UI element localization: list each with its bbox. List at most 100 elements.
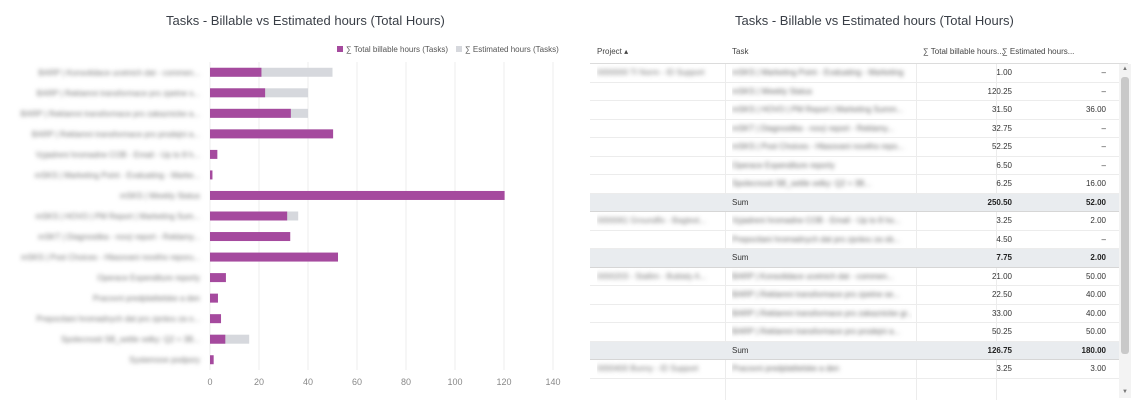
bar-billable <box>210 334 226 344</box>
cell-estimated-text: – <box>1101 160 1106 170</box>
cell-estimated: 180.00 <box>1020 342 1106 361</box>
cell-task: BARP | Reklamni transformace pro prodejn… <box>732 323 912 342</box>
x-tick-label: 40 <box>303 377 313 387</box>
cell-billable-text: 250.50 <box>987 197 1012 207</box>
cell-task: BARP | Reklamni transformace pro zakazni… <box>732 305 912 324</box>
table-row[interactable]: 0000400 Bunny - ID Support Pracovni predp… <box>590 360 1128 379</box>
cell-billable-text: 4.50 <box>996 234 1012 244</box>
table-row[interactable]: BARP | Reklamni transformace pro zakazni… <box>590 305 1128 324</box>
cell-project <box>597 101 722 120</box>
cell-estimated: – <box>1020 83 1106 102</box>
cell-billable-text: 32.75 <box>991 123 1012 133</box>
table-row[interactable]: mSKS | HOVO | PM Report | Marketing Summ… <box>590 101 1128 120</box>
cell-project <box>597 194 722 213</box>
header-estimated[interactable]: ∑ Estimated hours... <box>1002 47 1074 56</box>
table-sum-row[interactable]: Sum 250.50 52.00 <box>590 193 1128 213</box>
cell-task: mSKS | Marketing Point - Evaluating - Ma… <box>732 64 912 83</box>
cell-task-text: BARP | Reklamni transformace pro prodejn… <box>732 327 901 336</box>
table-row[interactable]: mSKS | Weekly Status 120.25 – <box>590 83 1128 102</box>
cell-project <box>597 120 722 139</box>
table-row[interactable]: mSKS | Post Choices - Hlasovani nového r… <box>590 138 1128 157</box>
cell-estimated-text: 2.00 <box>1090 253 1106 262</box>
cell-estimated: 36.00 <box>1020 101 1106 120</box>
cell-estimated: – <box>1020 138 1106 157</box>
bar-billable <box>210 232 291 242</box>
cell-estimated-text: 52.00 <box>1085 197 1106 207</box>
table-row[interactable]: BARP | Reklamni transformace pro prodejn… <box>590 323 1128 342</box>
cell-billable: 31.50 <box>920 101 1012 120</box>
cell-task-text: mSKS | Post Choices - Hlasovani nového r… <box>732 142 904 151</box>
bar-billable <box>210 190 505 200</box>
cell-billable-text: 21.00 <box>991 271 1012 281</box>
scroll-down-icon[interactable]: ▼ <box>1122 389 1128 395</box>
cell-task-text: mSKS | Marketing Point - Evaluating - Ma… <box>732 68 904 77</box>
bar-billable <box>210 108 291 118</box>
table-row[interactable]: mSKT | Diagnostika - nový report - Rekla… <box>590 120 1128 139</box>
cell-billable: 6.25 <box>920 175 1012 194</box>
cell-project <box>597 157 722 176</box>
cell-billable-text: 6.50 <box>996 160 1012 170</box>
cell-billable: 1.00 <box>920 64 1012 83</box>
x-tick-label: 100 <box>447 377 462 387</box>
x-tick-label: 80 <box>401 377 411 387</box>
bar-billable <box>210 355 214 365</box>
table-row[interactable]: Spolecnosti SB_settle velky: Q2 + 3B... 6… <box>590 175 1128 194</box>
cell-task: Spolecnosti SB_settle velky: Q2 + 3B... <box>732 175 912 194</box>
bar-chart: 0 20 40 60 80 100 120 140 ∑ Total billable hours… <box>21 45 561 387</box>
cell-billable-text: 22.50 <box>991 290 1012 299</box>
cell-estimated-text: 2.00 <box>1090 216 1106 225</box>
cell-estimated-text: – <box>1101 86 1106 96</box>
table-row[interactable]: 0000061 Groundfix - Bagtest... Vyjadreni … <box>590 212 1128 231</box>
cell-task-text: Sum <box>732 253 749 262</box>
cell-billable-text: 6.25 <box>996 179 1012 188</box>
cell-estimated-text: 40.00 <box>1085 290 1106 299</box>
cell-task: mSKT | Diagnostika - nový report - Rekla… <box>732 120 912 139</box>
table-row[interactable]: Operace Expenditure reporty 6.50 – <box>590 157 1128 176</box>
cell-task-text: Prepocitani hromadnych dat pro zprávu za… <box>732 234 901 244</box>
cell-task: Prepocitani hromadnych dat pro zprávu za… <box>732 231 912 250</box>
cell-billable: 7.75 <box>920 249 1012 268</box>
cell-estimated-text: 36.00 <box>1085 105 1106 114</box>
cell-project <box>597 83 722 102</box>
x-tick-label: 140 <box>545 377 560 387</box>
table-row[interactable]: 0000000 TI Norm - ID Support mSKS | Marke… <box>590 64 1128 83</box>
header-task[interactable]: Task <box>732 47 748 56</box>
scrollbar-thumb[interactable] <box>1121 77 1129 354</box>
cell-estimated: 2.00 <box>1020 212 1106 231</box>
cell-estimated-text: 16.00 <box>1085 179 1106 188</box>
cell-task: mSKS | Weekly Status <box>732 83 912 102</box>
cell-billable: 250.50 <box>920 194 1012 213</box>
cell-estimated: 40.00 <box>1020 286 1106 305</box>
cell-task: Sum <box>732 249 912 268</box>
cell-billable-text: 7.75 <box>996 253 1012 262</box>
y-tick-label: BARP | Konsolidace ucetnich dat - commen… <box>38 68 200 77</box>
table-sum-row[interactable]: Sum 7.75 2.00 <box>590 249 1128 268</box>
cell-project <box>597 323 722 342</box>
cell-estimated-text: 3.00 <box>1090 364 1106 373</box>
cell-task-text: Spolecnosti SB_settle velky: Q2 + 3B... <box>732 179 871 188</box>
y-tick-label: BARP | Reklamni transformace pro zpetne … <box>37 89 200 98</box>
cell-billable: 126.75 <box>920 342 1012 361</box>
scroll-up-icon[interactable]: ▲ <box>1122 66 1128 72</box>
table-sum-row[interactable]: Sum 126.75 180.00 <box>590 341 1128 361</box>
header-project[interactable]: Project ▴ <box>597 47 628 56</box>
table-title: Tasks - Billable vs Estimated hours (Tot… <box>735 13 1014 28</box>
cell-task-text: Pracovni predplatitelske a den <box>732 364 840 373</box>
table-row[interactable]: 0000203 - Stallim - Bublaly A... BARP | K… <box>590 268 1128 287</box>
cell-billable-text: 3.25 <box>996 216 1012 225</box>
table-row[interactable]: Prepocitani hromadnych dat pro zprávu za… <box>590 231 1128 250</box>
cell-estimated-text: 50.00 <box>1085 271 1106 281</box>
cell-estimated-text: – <box>1101 123 1106 133</box>
cell-project: 0000061 Groundfix - Bagtest... <box>597 212 722 231</box>
y-tick-label: BARP | Reklamni transformace pro zakazni… <box>21 109 200 118</box>
header-billable[interactable]: ∑ Total billable hours... <box>923 47 1004 56</box>
cell-task-text: Operace Expenditure reporty <box>732 160 835 170</box>
cell-project-text: 0000061 Groundfix - Bagtest... <box>597 216 706 225</box>
table-row[interactable]: BARP | Reklamni transformace pro zpetne … <box>590 286 1128 305</box>
cell-billable: 50.25 <box>920 323 1012 342</box>
cell-billable: 120.25 <box>920 83 1012 102</box>
cell-billable: 3.25 <box>920 212 1012 231</box>
cell-billable-text: 120.25 <box>987 86 1012 96</box>
cell-project-text: 0000000 TI Norm - ID Support <box>597 68 705 77</box>
cell-project: 0000203 - Stallim - Bublaly A... <box>597 268 722 287</box>
